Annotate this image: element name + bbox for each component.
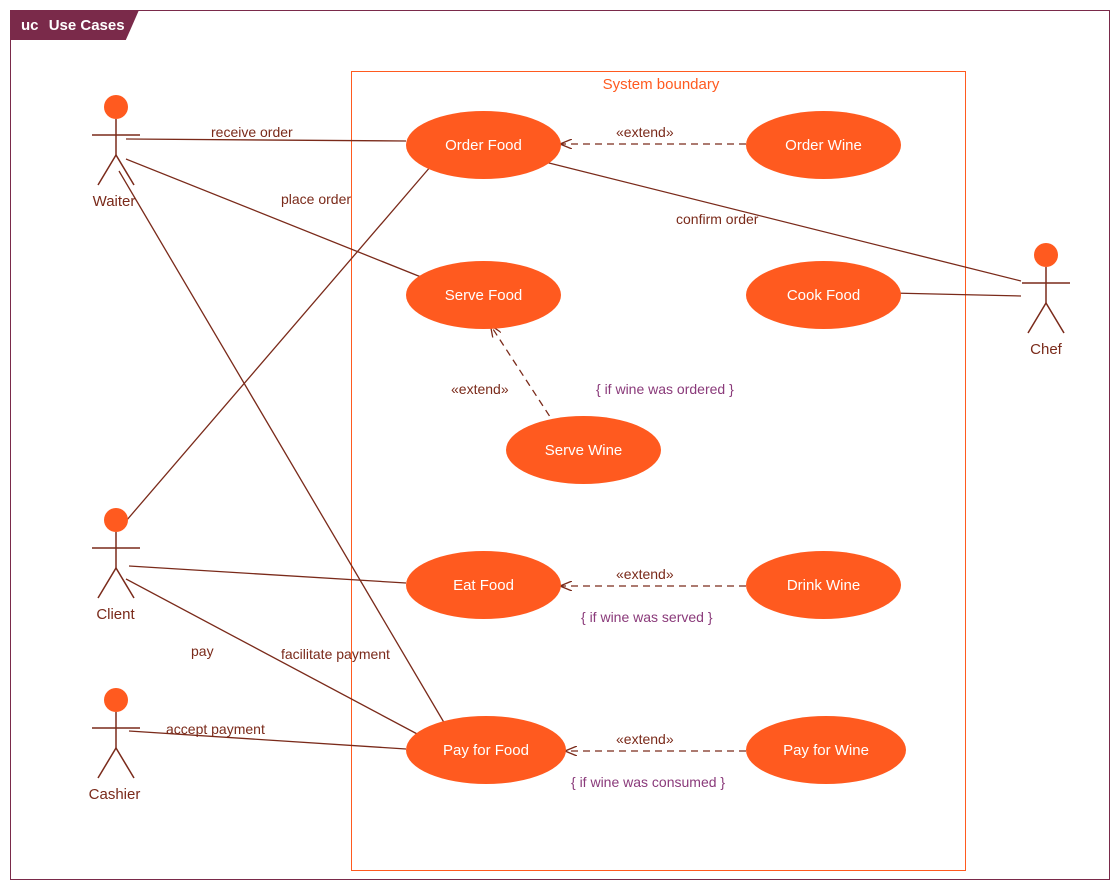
usecase-pay-for-food: Pay for Food: [406, 716, 566, 784]
label-extend-2: «extend»: [451, 381, 509, 397]
usecase-label: Drink Wine: [787, 577, 860, 594]
usecase-label: Order Food: [445, 137, 522, 154]
stick-figure-icon: [86, 686, 146, 786]
usecase-serve-food: Serve Food: [406, 261, 561, 329]
label-confirm-order: confirm order: [676, 211, 758, 227]
label-place-order: place order: [281, 191, 351, 207]
usecase-label: Pay for Wine: [783, 742, 869, 759]
label-extend-3: «extend»: [616, 566, 674, 582]
constraint-wine-ordered: { if wine was ordered }: [596, 381, 734, 397]
constraint-wine-served: { if wine was served }: [581, 609, 713, 625]
actor-waiter: [86, 93, 146, 193]
label-extend-1: «extend»: [616, 124, 674, 140]
usecase-serve-wine: Serve Wine: [506, 416, 661, 484]
usecase-order-wine: Order Wine: [746, 111, 901, 179]
system-boundary-label: System boundary: [561, 76, 761, 93]
frame-title: Use Cases: [49, 17, 125, 34]
usecase-cook-food: Cook Food: [746, 261, 901, 329]
label-extend-4: «extend»: [616, 731, 674, 747]
usecase-eat-food: Eat Food: [406, 551, 561, 619]
frame-uc-prefix: uc: [21, 17, 39, 34]
usecase-order-food: Order Food: [406, 111, 561, 179]
label-accept-payment: accept payment: [166, 721, 265, 737]
constraint-wine-consumed: { if wine was consumed }: [571, 774, 725, 790]
actor-client: [86, 506, 146, 606]
label-pay: pay: [191, 643, 214, 659]
actor-chef-label: Chef: [1026, 341, 1066, 358]
frame-tab: uc Use Cases: [11, 11, 139, 40]
usecase-label: Serve Wine: [545, 442, 623, 459]
usecase-pay-for-wine: Pay for Wine: [746, 716, 906, 784]
usecase-label: Order Wine: [785, 137, 862, 154]
stick-figure-icon: [1016, 241, 1076, 341]
actor-chef: [1016, 241, 1076, 341]
actor-client-label: Client: [93, 606, 138, 623]
actor-waiter-label: Waiter: [89, 193, 139, 210]
label-receive-order: receive order: [211, 124, 293, 140]
label-facilitate-payment: facilitate payment: [281, 646, 390, 662]
stick-figure-icon: [86, 506, 146, 606]
usecase-label: Pay for Food: [443, 742, 529, 759]
usecase-label: Eat Food: [453, 577, 514, 594]
actor-cashier-label: Cashier: [87, 786, 142, 803]
actor-cashier: [86, 686, 146, 786]
usecase-label: Serve Food: [445, 287, 523, 304]
diagram-frame: uc Use Cases System boundary Order Food …: [10, 10, 1110, 880]
usecase-label: Cook Food: [787, 287, 860, 304]
usecase-drink-wine: Drink Wine: [746, 551, 901, 619]
stick-figure-icon: [86, 93, 146, 193]
